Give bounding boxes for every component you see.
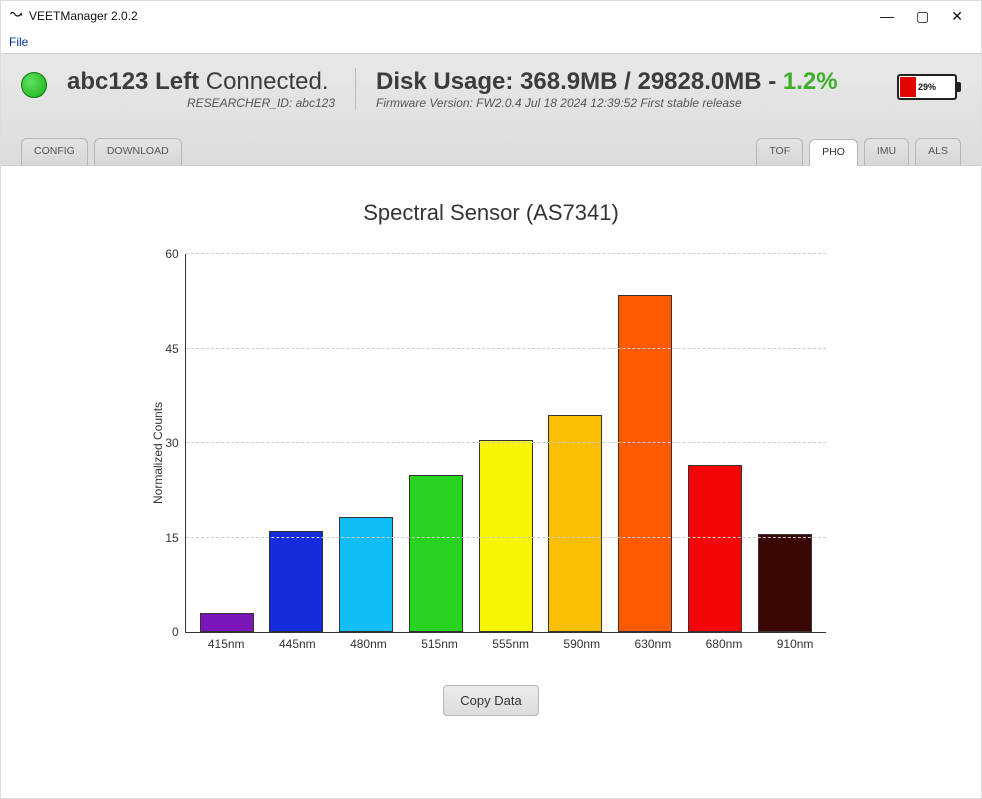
titlebar: VEETManager 2.0.2 — ▢ ✕	[1, 1, 981, 31]
tabs-left-group: CONFIGDOWNLOAD	[21, 138, 182, 165]
bar-480nm	[339, 517, 393, 632]
bar-445nm	[269, 531, 323, 632]
battery-percent: 29%	[899, 76, 955, 98]
minimize-button[interactable]: —	[880, 9, 894, 23]
x-tick: 515nm	[413, 637, 467, 651]
y-tick: 0	[172, 625, 179, 639]
x-tick: 680nm	[697, 637, 751, 651]
x-tick: 555nm	[484, 637, 538, 651]
firmware-line: Firmware Version: FW2.0.4 Jul 18 2024 12…	[376, 96, 877, 110]
bar-415nm	[200, 613, 254, 632]
close-button[interactable]: ✕	[951, 9, 963, 23]
battery-indicator: 29%	[897, 74, 961, 100]
x-tick: 910nm	[768, 637, 822, 651]
tab-config[interactable]: CONFIG	[21, 138, 88, 165]
tab-download[interactable]: DOWNLOAD	[94, 138, 182, 165]
tabs-row: CONFIGDOWNLOAD TOFPHOIMUALS	[21, 138, 961, 165]
connection-block: abc123 Left Connected. RESEARCHER_ID: ab…	[67, 68, 356, 110]
chart: Normalized Counts 604530150 415nm445nm48…	[145, 254, 836, 651]
chart-title: Spectral Sensor (AS7341)	[363, 200, 619, 226]
menubar: File	[1, 31, 981, 53]
y-tick: 60	[165, 247, 178, 261]
x-tick: 445nm	[270, 637, 324, 651]
bar-630nm	[618, 295, 672, 632]
tab-als[interactable]: ALS	[915, 138, 961, 165]
disk-sep: /	[617, 68, 637, 95]
gridline	[186, 348, 826, 349]
y-tick: 45	[165, 342, 178, 356]
menu-file[interactable]: File	[9, 35, 28, 49]
x-tick: 415nm	[199, 637, 253, 651]
disk-percent: 1.2%	[783, 68, 838, 95]
plot-area	[185, 254, 826, 633]
bar-680nm	[688, 465, 742, 632]
device-id: abc123 Left	[67, 68, 199, 95]
x-tick: 480nm	[341, 637, 395, 651]
bar-590nm	[548, 415, 602, 632]
content-area: Spectral Sensor (AS7341) Normalized Coun…	[1, 166, 981, 798]
tab-pho[interactable]: PHO	[809, 139, 858, 166]
bars-container	[186, 254, 826, 632]
y-tick: 15	[165, 531, 178, 545]
maximize-button[interactable]: ▢	[916, 9, 929, 23]
disk-total: 29828.0MB	[637, 68, 761, 95]
gridline	[186, 442, 826, 443]
disk-block: Disk Usage: 368.9MB / 29828.0MB - 1.2% F…	[376, 68, 877, 110]
tab-imu[interactable]: IMU	[864, 138, 909, 165]
tab-tof[interactable]: TOF	[756, 138, 803, 165]
y-tick: 30	[165, 436, 178, 450]
gridline	[186, 537, 826, 538]
window-title: VEETManager 2.0.2	[29, 9, 138, 23]
x-axis-ticks: 415nm 445nm 480nm 515nm 555nm 590nm 630nm 680nm…	[185, 633, 837, 651]
x-tick: 590nm	[555, 637, 609, 651]
gridline	[186, 253, 826, 254]
y-axis-label: Normalized Counts	[145, 254, 165, 651]
bar-515nm	[409, 475, 463, 633]
copy-data-button[interactable]: Copy Data	[443, 685, 538, 716]
connection-status-dot	[21, 72, 47, 98]
researcher-line: RESEARCHER_ID: abc123	[67, 96, 335, 110]
bar-910nm	[758, 534, 812, 632]
x-tick: 630nm	[626, 637, 680, 651]
y-axis-ticks: 604530150	[165, 254, 184, 632]
tabs-right-group: TOFPHOIMUALS	[756, 138, 961, 165]
connection-state: Connected.	[206, 68, 329, 95]
status-panel: abc123 Left Connected. RESEARCHER_ID: ab…	[1, 53, 981, 166]
disk-label: Disk Usage:	[376, 68, 513, 95]
disk-dash: -	[762, 68, 783, 95]
disk-used: 368.9MB	[520, 68, 617, 95]
app-icon	[9, 9, 23, 23]
